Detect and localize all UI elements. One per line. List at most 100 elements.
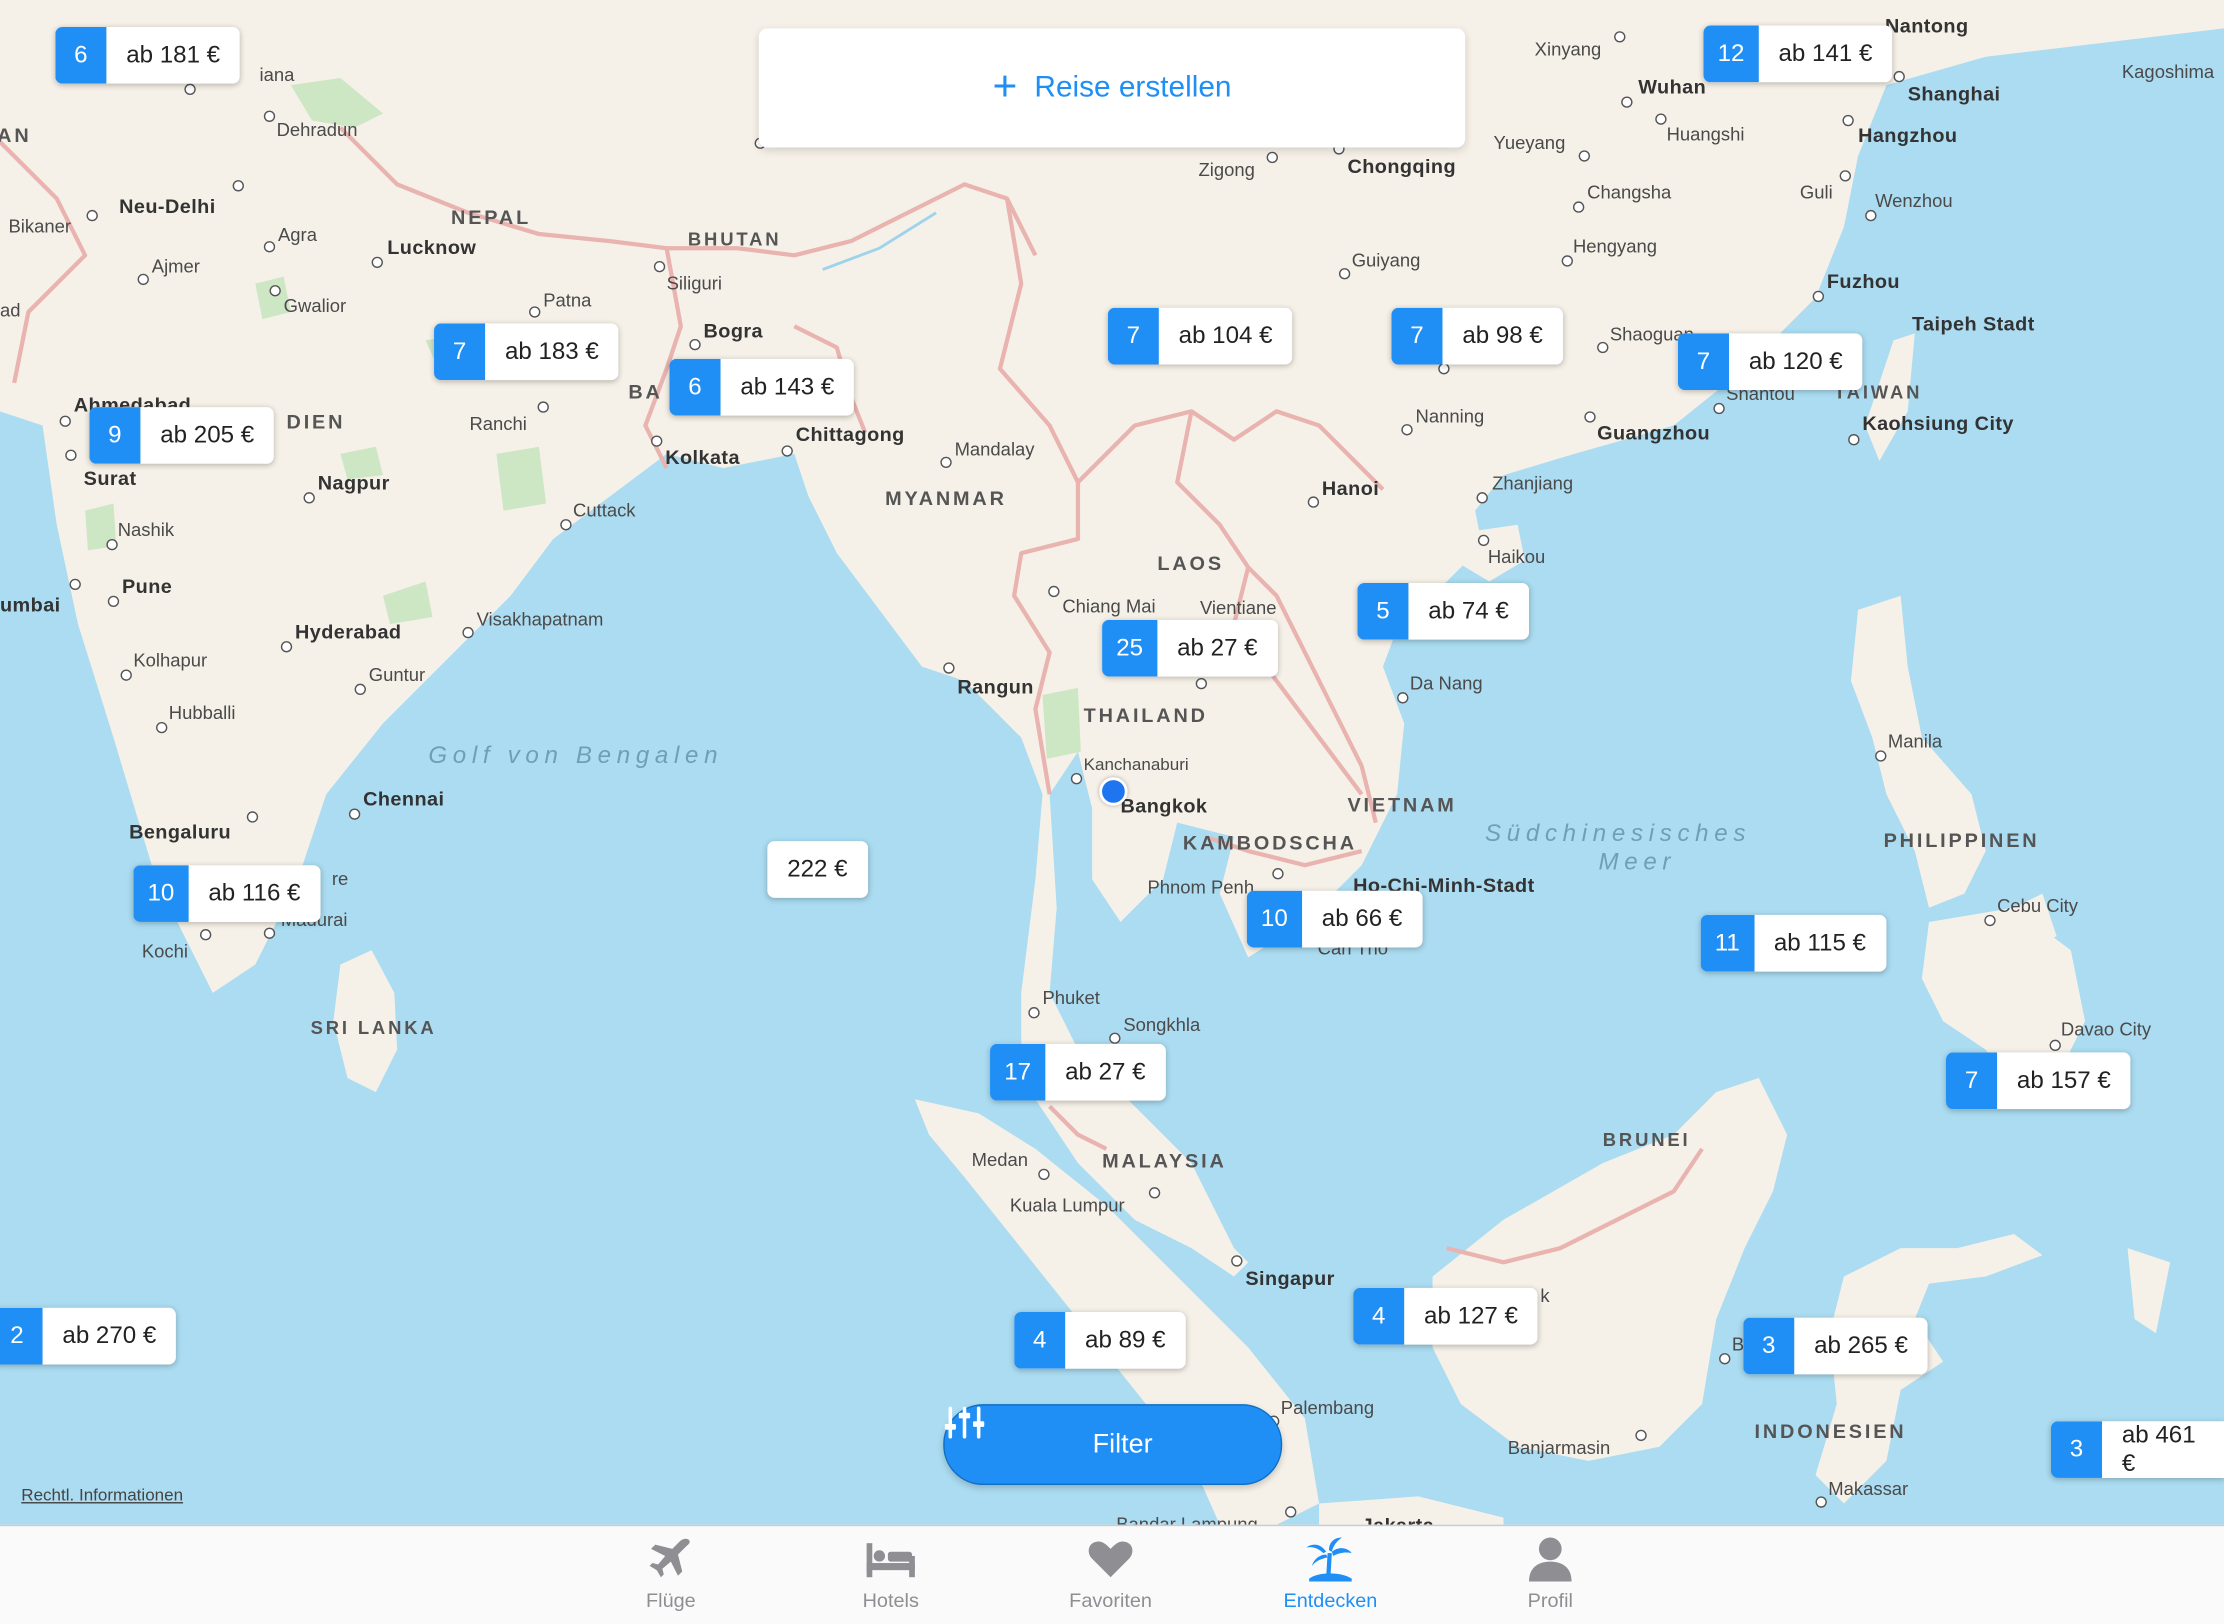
price-pin[interactable]: 3 ab 265 € (1743, 1317, 1928, 1375)
city-label: Vientiane (1199, 597, 1277, 619)
pin-count: 12 (1703, 25, 1759, 83)
price-pin[interactable]: 2 ab 270 € (0, 1307, 177, 1365)
city-dot (1048, 585, 1060, 598)
city-dot (65, 449, 77, 461)
city-dot (107, 595, 120, 608)
price-pin[interactable]: 10 ab 116 € (133, 865, 321, 922)
city-label: Huangshi (1666, 123, 1745, 145)
city-dot (1038, 1168, 1050, 1181)
city-dot (348, 808, 361, 820)
city-label: Changsha (1587, 181, 1672, 203)
filter-button[interactable]: Filter (943, 1404, 1283, 1486)
tab-fluege[interactable]: Flüge (593, 1535, 749, 1611)
city-label: Chittagong (795, 422, 905, 446)
country-label: BHUTAN (687, 228, 782, 250)
tab-hotels[interactable]: Hotels (813, 1535, 969, 1611)
city-dot (940, 456, 952, 469)
city-dot (1272, 868, 1284, 880)
price-pin[interactable]: 6 ab 143 € (669, 358, 855, 416)
tab-profil[interactable]: Profil (1472, 1535, 1628, 1611)
city-label: Bangkok (1120, 794, 1208, 817)
city-label: Manila (1887, 730, 1943, 752)
price-pin[interactable]: 4 ab 127 € (1353, 1287, 1538, 1345)
price-pin[interactable]: 5 ab 74 € (1357, 582, 1529, 640)
country-label: BRUNEI (1602, 1129, 1691, 1151)
city-label: Hyderabad (295, 619, 402, 643)
price-pin[interactable]: 9 ab 205 € (89, 407, 275, 464)
pin-price: ab 205 € (160, 421, 255, 449)
city-dot (1438, 363, 1450, 375)
city-label: Visakhapatnam (476, 608, 604, 630)
city-dot (1572, 201, 1585, 213)
city-label: Banjarmasin (1507, 1436, 1611, 1459)
filter-label: Filter (1092, 1429, 1153, 1459)
city-dot (1984, 914, 1996, 927)
city-dot (529, 306, 541, 318)
price-pin[interactable]: 17 ab 27 € (990, 1043, 1166, 1101)
pin-count: 4 (1014, 1311, 1066, 1369)
pin-price: ab 66 € (1321, 904, 1403, 932)
city-dot (1401, 424, 1413, 436)
city-label: Hanoi (1321, 476, 1380, 500)
city-label: Guiyang (1351, 249, 1421, 271)
city-label: Yueyang (1493, 131, 1566, 154)
city-label: Bengaluru (129, 819, 232, 843)
city-dot (269, 285, 281, 297)
city-dot (1597, 341, 1609, 354)
price-pin[interactable]: 7 ab 98 € (1391, 307, 1563, 365)
price-pin[interactable]: 222 € (767, 841, 868, 898)
city-label: Phnom Penh (1147, 876, 1255, 898)
city-label: Ajmer (151, 255, 200, 277)
city-label: Dehradun (276, 119, 358, 141)
tab-entdecken[interactable]: Entdecken (1252, 1535, 1408, 1611)
city-dot (1231, 1255, 1243, 1267)
city-label: Nagpur (317, 470, 390, 494)
price-pin[interactable]: 7 ab 183 € (434, 323, 619, 381)
city-dot (1839, 170, 1851, 182)
pin-price: ab 116 € (208, 879, 301, 907)
price-pin[interactable]: 7 ab 157 € (1946, 1052, 2131, 1110)
country-label: BA (628, 380, 663, 403)
city-dot (1307, 496, 1320, 508)
legal-info-link[interactable]: Rechtl. Informationen (21, 1485, 183, 1505)
price-pin[interactable]: 11 ab 115 € (1700, 914, 1886, 972)
pin-price: ab 98 € (1462, 321, 1543, 349)
pin-price: ab 120 € (1748, 347, 1843, 375)
city-dot (184, 83, 196, 96)
country-label: INDONESIEN (1754, 1419, 1907, 1443)
city-label: Songkhla (1123, 1014, 1201, 1036)
country-label: SRI LANKA (310, 1016, 437, 1039)
city-dot (689, 338, 701, 351)
price-pin[interactable]: 7 ab 104 € (1107, 307, 1293, 365)
city-dot (59, 415, 71, 427)
price-pin[interactable]: 3 ab 461 € (2050, 1421, 2224, 1478)
pin-count: 3 (2050, 1421, 2103, 1478)
price-pin[interactable]: 4 ab 89 € (1014, 1311, 1186, 1369)
city-dot (781, 445, 793, 457)
map-view[interactable]: AN NEPAL BHUTAN DIEN BA MYANMAR LAOS THA… (0, 0, 2224, 1525)
city-dot (1635, 1429, 1647, 1442)
tab-favoriten[interactable]: Favoriten (1033, 1535, 1189, 1611)
city-label: Gwalior (283, 295, 347, 317)
price-pin[interactable]: 12 ab 141 € (1703, 25, 1893, 83)
pin-price: ab 265 € (1814, 1331, 1908, 1359)
price-pin[interactable]: 25 ab 27 € (1102, 619, 1278, 677)
city-label: Zigong (1198, 158, 1255, 181)
price-pin[interactable]: 7 ab 120 € (1677, 333, 1863, 391)
city-dot (1621, 96, 1633, 108)
pin-count: 5 (1357, 582, 1409, 640)
city-label: Bikaner (8, 215, 72, 237)
city-dot (156, 721, 168, 734)
city-label: Davao City (2060, 1018, 2152, 1040)
sea-label: Meer (1598, 848, 1677, 876)
city-dot (106, 538, 118, 551)
create-trip-button[interactable]: + Reise erstellen (758, 28, 1466, 148)
plane-icon (649, 1538, 690, 1578)
city-label: Mandalay (954, 438, 1035, 460)
city-dot (137, 273, 149, 286)
city-label: iana (259, 63, 295, 86)
city-dot (232, 180, 244, 192)
price-pin[interactable]: 6 ab 181 € (55, 26, 240, 84)
price-pin[interactable]: 10 ab 66 € (1246, 890, 1423, 948)
city-label: Kolhapur (133, 649, 208, 671)
